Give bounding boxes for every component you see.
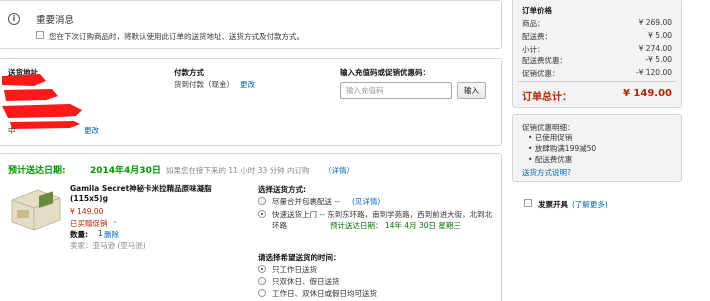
product-image [11,189,61,231]
chevron-down-icon[interactable]: ⌄ [112,217,118,225]
delivery-date: 2014年4月30日 [90,166,161,176]
shipping-option-express-eta: 预计送达日期： 14年 4月 30日 星期三 [330,221,461,230]
delivery-time-label: 请选择希望送货的时间： [258,253,341,262]
time-option-weekdays-label: 只工作日送货 [272,265,317,274]
promo-detail-item: • 已使用促销 [528,133,573,142]
time-option-anytime-label: 工作日、双休日或假日均可送货 [272,289,377,298]
time-option-weekdays-radio[interactable] [258,265,266,273]
promo-apply-button[interactable]: 输入 [457,82,486,99]
quantity-label: 数量: [70,230,88,239]
shipping-explanation-link[interactable]: 送货方式说明? [522,167,571,178]
delivery-heading: 预计送达日期: [8,166,66,176]
delete-item-link[interactable]: 删除 [104,229,119,240]
shipping-option-combine-details-link[interactable]: (见详情) [352,196,380,207]
info-icon: i [8,13,20,25]
summary-divider [518,81,676,82]
time-option-weekends-label: 只双休日、假日送货 [272,277,340,286]
product-promo-status[interactable]: 已买赠促销 [70,218,108,229]
quantity-value[interactable]: 1 [98,229,103,238]
promo-label: 输入充值码或促销优惠码： [340,68,430,77]
default-settings-label: 您在下次订购商品时，将默认使用此订单的送货地址、送货方式及付款方式。 [49,32,304,41]
default-settings-checkbox[interactable] [36,31,44,39]
summary-row: 配送费： ¥ 5.00 [522,31,672,41]
time-option-anytime-radio[interactable] [258,289,266,297]
order-total-row: 订单总计： ¥ 149.00 [522,88,672,103]
invoice-checkbox[interactable] [524,199,532,207]
change-address-link[interactable]: 更改 [84,125,99,136]
summary-row: 商品： ¥ 269.00 [522,18,672,28]
summary-row: 促销优惠： -¥ 120.00 [522,68,672,78]
payment-method: 货到付款（现金） [174,80,234,89]
seller-info: 卖家：亚马逊 (亚马逊) [70,241,146,250]
promo-detail-item: • 放肆购满199减50 [528,144,597,153]
notice-title: 重要消息 [36,15,75,26]
address-prefix: 中 [8,126,16,135]
promo-code-input[interactable]: 输入充值码 [340,82,452,99]
invoice-label: 发票开具 [538,200,568,209]
product-title[interactable]: Gamila Secret神秘卡米拉精品原味凝脂(115x5)g [70,184,240,204]
delivery-note: 如果您在接下来的 11 小时 33 分钟 内订购 [166,166,310,175]
summary-row: 小计： ¥ 274.00 [522,44,672,54]
delivery-details-link[interactable]: （详情） [324,165,354,176]
summary-row: 配送费优惠： -¥ 5.00 [522,55,672,65]
order-summary-title: 订单价格 [522,6,552,15]
payment-label: 付款方式 [174,68,204,77]
change-payment-link[interactable]: 更改 [240,79,255,90]
promo-detail-item: • 配送费优惠 [528,155,573,164]
product-price: ¥ 149.00 [70,207,104,216]
shipping-method-label: 选择送货方式: [258,185,306,194]
shipping-option-combine-radio[interactable] [258,197,266,205]
time-option-weekends-radio[interactable] [258,277,266,285]
invoice-learn-more-link[interactable]: (了解更多) [572,199,608,210]
shipping-option-combine-label: 尽量合并包裹配送 -- [272,197,340,206]
shipping-option-express-radio[interactable] [258,210,266,218]
